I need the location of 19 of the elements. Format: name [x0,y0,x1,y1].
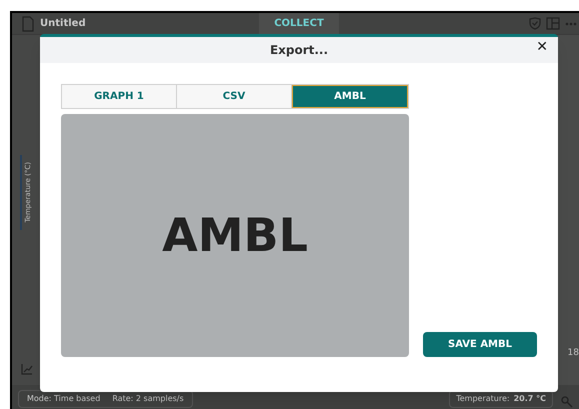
close-button[interactable]: ✕ [534,40,550,54]
preview-text: AMBL [162,207,308,264]
document-title: Untitled [40,17,86,31]
save-button[interactable]: SAVE AMBL [423,332,537,357]
reading-value: 20.7 °C [514,393,546,405]
mode-text: Mode: Time based [27,393,100,405]
layout-icon[interactable] [546,17,560,30]
export-tab[interactable]: CSV [177,85,292,108]
dialog-title: Export... [270,42,328,59]
document-icon[interactable] [22,16,34,32]
export-tab[interactable]: GRAPH 1 [62,85,177,108]
reading-label: Temperature: [456,393,510,405]
axis-tick: 18 [568,347,579,360]
chart-icon[interactable] [21,363,33,375]
export-tab[interactable]: AMBL [292,85,408,108]
shield-check-icon[interactable] [529,17,541,30]
collect-tab[interactable]: COLLECT [259,13,339,34]
rate-text: Rate: 2 samples/s [112,393,184,405]
more-icon[interactable] [565,22,577,26]
